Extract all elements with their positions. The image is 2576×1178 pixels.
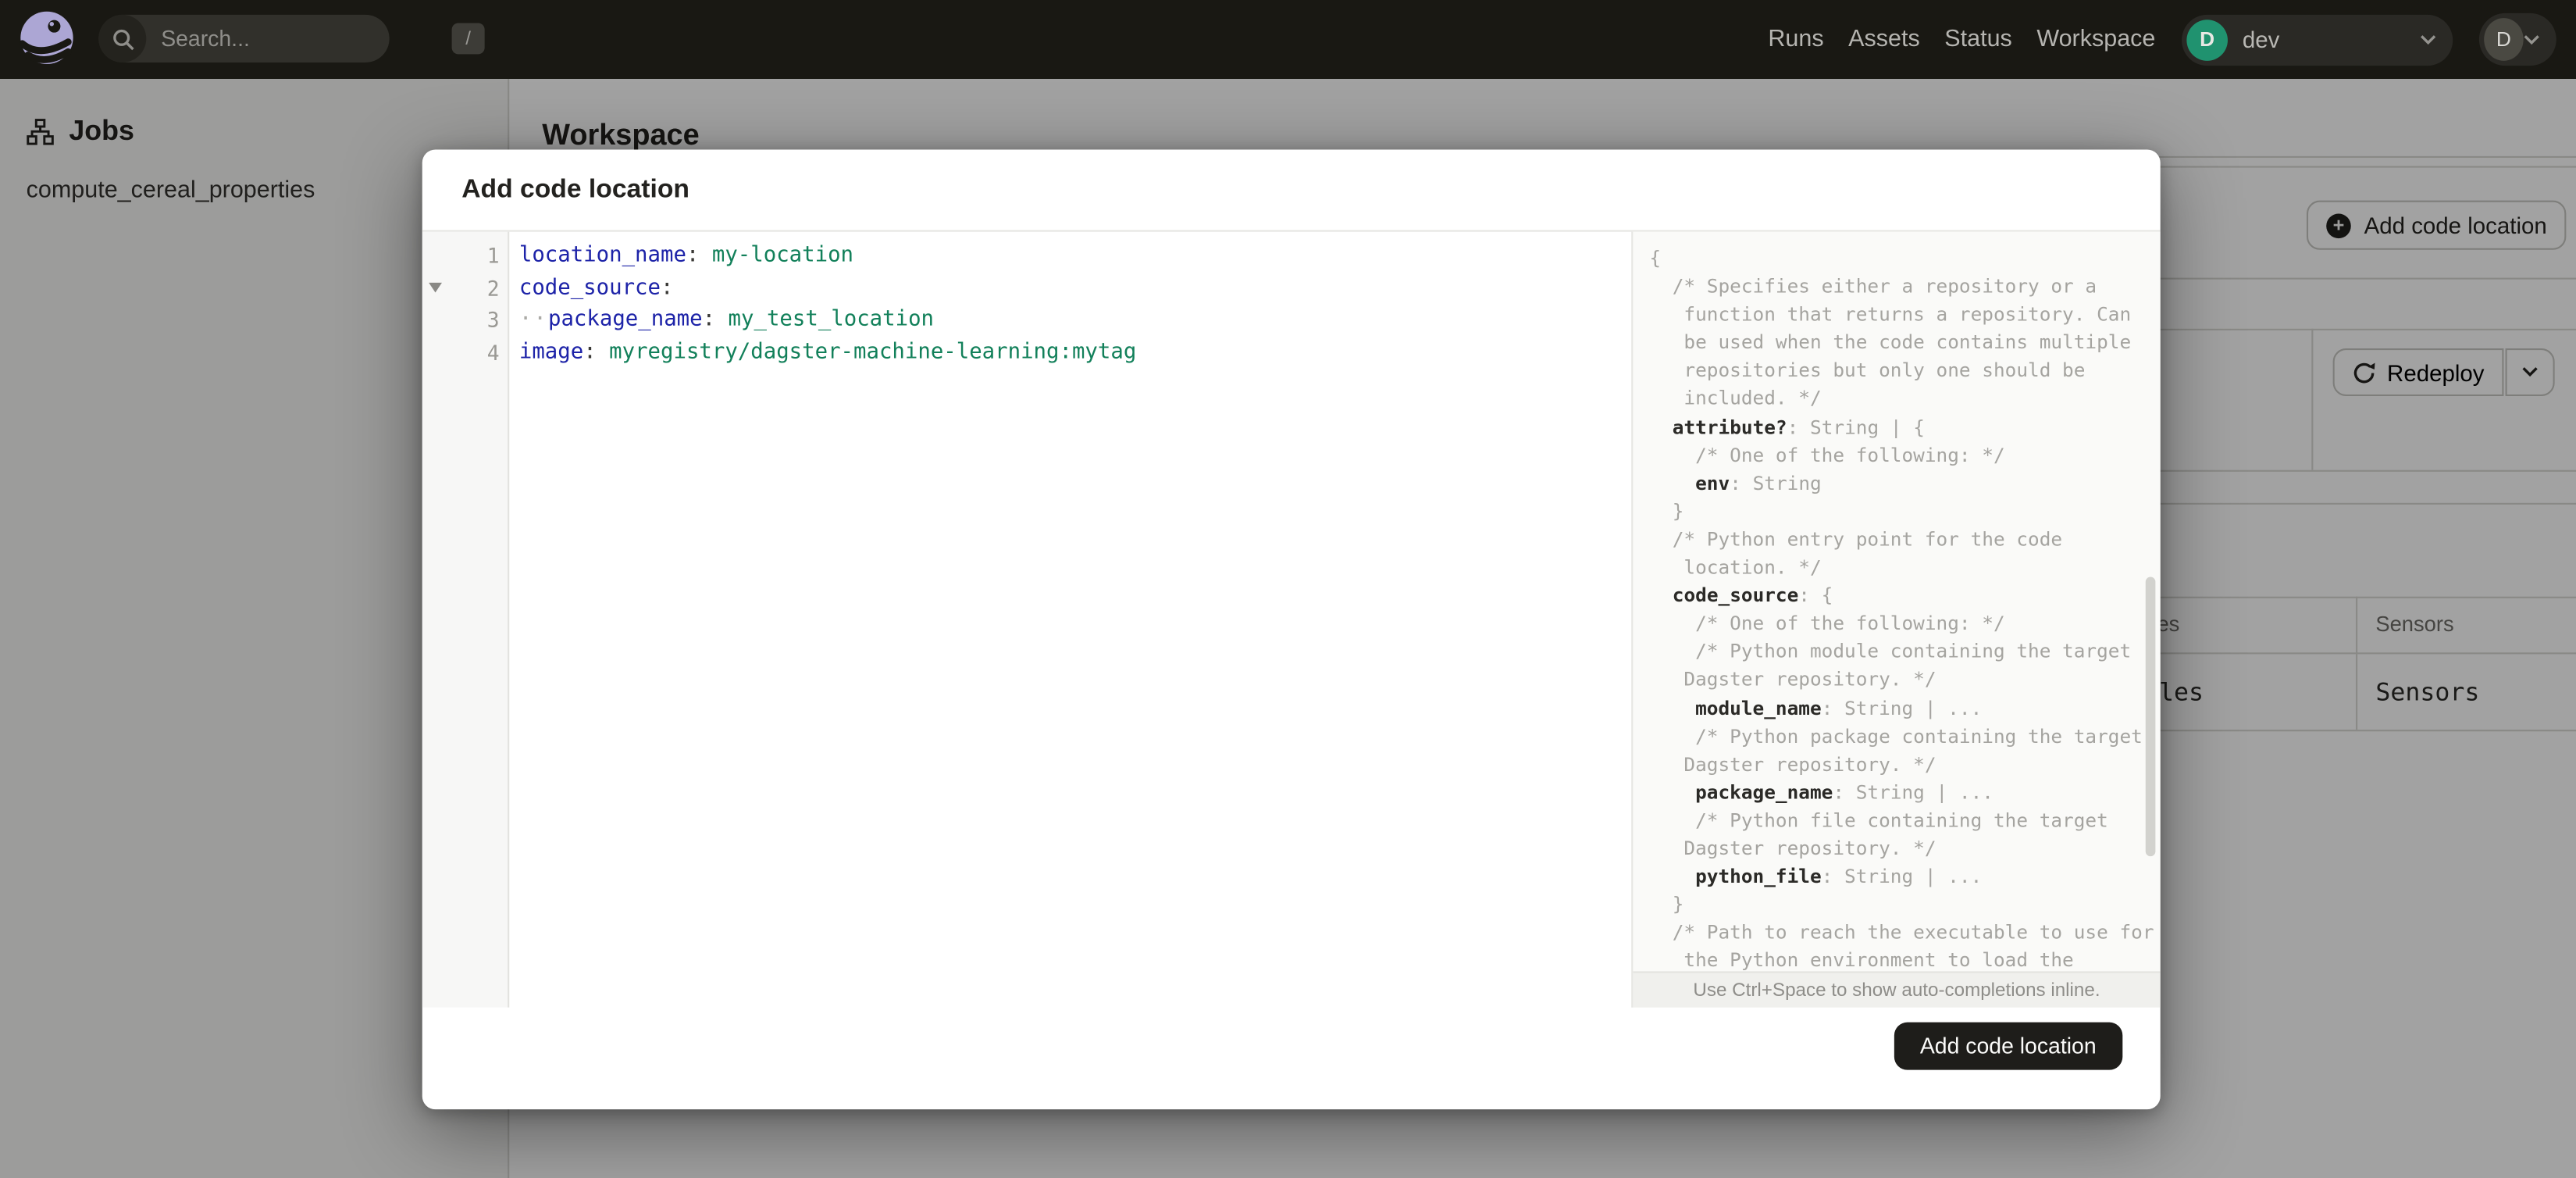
line-number: 3	[486, 308, 500, 333]
schema-lines: { /* Specifies either a repository or a …	[1633, 232, 2160, 972]
schema-line: Dagster repository. */	[1649, 668, 1936, 691]
page-content: Jobs compute_cereal_properties Workspace…	[0, 78, 2576, 1178]
schema-line: location. */	[1649, 555, 1822, 579]
chevron-down-icon	[2420, 25, 2436, 55]
schema-line: /* Python package containing the target	[1649, 723, 2143, 748]
schema-line: python_file: String | ...	[1695, 864, 1983, 888]
chevron-down-icon	[2524, 25, 2540, 55]
search-input[interactable]	[146, 26, 452, 52]
schema-line: /* Python entry point for the code	[1649, 527, 2063, 551]
nav-link-runs[interactable]: Runs	[1768, 27, 1823, 53]
schema-panel: { /* Specifies either a repository or a …	[1631, 231, 2161, 1008]
schema-line: env: String	[1695, 471, 1822, 494]
hint-bar: Use Ctrl+Space to show auto-completions …	[1633, 971, 2161, 1008]
line-number: 4	[486, 340, 500, 366]
schema-line: /* Path to reach the executable to use f…	[1649, 920, 2154, 944]
schema-line: attribute?: String | {	[1672, 415, 1925, 438]
deployment-name: dev	[2242, 26, 2280, 53]
hint-text: Use Ctrl+Space to show auto-completions …	[1693, 980, 2100, 1001]
dialog-footer: Add code location	[422, 1008, 2161, 1109]
dagster-app: / Runs Assets Status Workspace D dev D	[0, 0, 2576, 1178]
nav-link-assets[interactable]: Assets	[1848, 27, 1920, 53]
schema-line: repositories but only one should be	[1649, 359, 2086, 382]
schema-line: /* Python module containing the target	[1649, 640, 2132, 663]
dagster-logo-icon[interactable]	[16, 9, 77, 70]
navbar-right: Runs Assets Status Workspace D dev D	[1744, 0, 2556, 79]
editor-line: 2 code_source:	[422, 273, 1632, 305]
search-shortcut-badge: /	[451, 23, 485, 55]
schema-line: package_name: String | ...	[1695, 780, 1993, 804]
schema-line: /* Specifies either a repository or a	[1649, 274, 2097, 298]
schema-line: /* One of the following: */	[1649, 443, 2005, 466]
search-icon	[98, 14, 147, 62]
deployment-switcher[interactable]: D dev	[2182, 13, 2453, 66]
editor-lines: 1 location_name: my-location 2 code_source:…	[422, 232, 1632, 369]
dialog-body: 1 location_name: my-location 2 code_source:…	[422, 231, 2161, 1008]
top-navbar: / Runs Assets Status Workspace D dev D	[0, 0, 2576, 79]
schema-line: code_source: {	[1672, 584, 1833, 607]
schema-scrollbar[interactable]	[2145, 577, 2156, 857]
nav-links: Runs Assets Status Workspace	[1744, 27, 2155, 53]
schema-line: Dagster repository. */	[1649, 836, 1936, 860]
schema-line: module_name: String | ...	[1695, 696, 1983, 719]
schema-line: the Python environment to load the	[1649, 948, 2074, 972]
schema-line: }	[1649, 499, 1684, 523]
nav-link-workspace[interactable]: Workspace	[2036, 27, 2155, 53]
schema-line: be used when the code contains multiple	[1649, 330, 2132, 354]
schema-line: }	[1649, 892, 1684, 916]
avatar: D	[2484, 18, 2524, 61]
schema-line: /* One of the following: */	[1649, 612, 2005, 635]
schema-line: /* Python file containing the target	[1649, 808, 2108, 832]
editor-line: 1 location_name: my-location	[422, 240, 1632, 272]
schema-line: function that returns a repository. Can	[1649, 302, 2132, 326]
line-number: 2	[486, 275, 500, 301]
schema-line: {	[1649, 246, 1662, 270]
submit-add-code-location-button[interactable]: Add code location	[1894, 1022, 2123, 1070]
schema-line: included. */	[1649, 387, 1822, 410]
config-editor[interactable]: 1 location_name: my-location 2 code_source:…	[422, 231, 1632, 1008]
schema-line: Dagster repository. */	[1649, 751, 1936, 776]
nav-link-status[interactable]: Status	[1944, 27, 2011, 53]
dialog-title: Add code location	[461, 175, 689, 203]
user-menu[interactable]: D	[2478, 12, 2556, 66]
dialog-header: Add code location	[422, 149, 2161, 232]
editor-line: 3 ··package_name: my_test_location	[422, 305, 1632, 337]
editor-line: 4 image: myregistry/dagster-machine-learn…	[422, 337, 1632, 369]
deployment-badge: D	[2186, 19, 2228, 60]
global-search: /	[98, 14, 485, 62]
add-code-location-dialog: Add code location 1 location_name: my-loc…	[422, 149, 2161, 1110]
line-number: 1	[486, 243, 500, 268]
